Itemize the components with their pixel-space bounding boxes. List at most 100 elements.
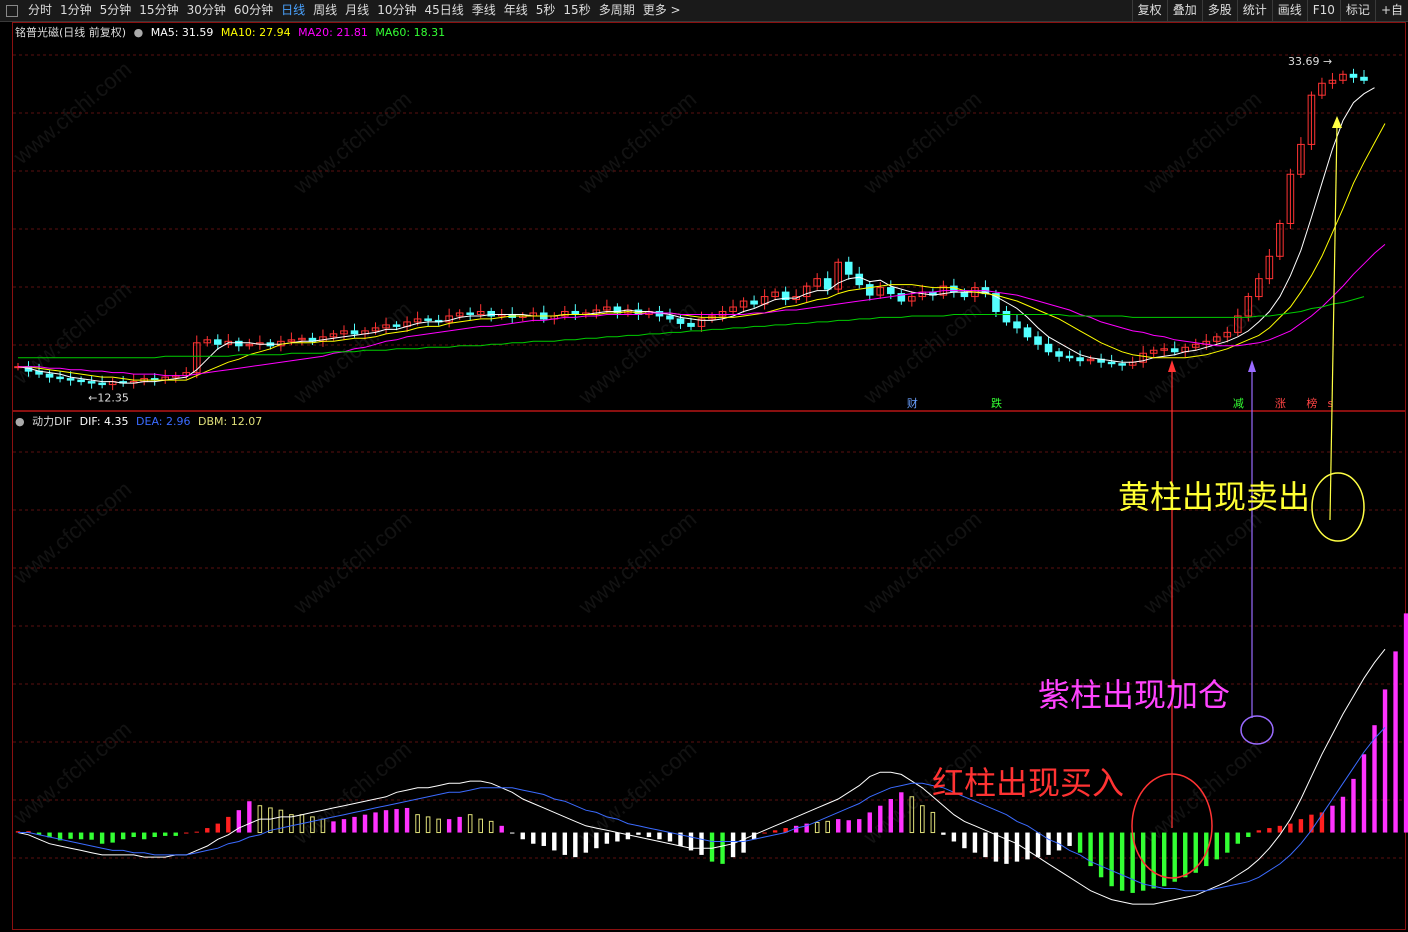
ma10-line [18,123,1386,381]
indicator-bar [1172,832,1177,882]
candle-down [45,373,54,378]
candle-down [1065,355,1074,359]
candle-down [98,382,106,386]
candle-down [1076,357,1084,362]
indicator-bar [173,832,178,836]
indicator-bar [1340,796,1346,833]
candle-down [1044,343,1053,353]
indicator-bar [1267,828,1272,833]
candle-down [1118,363,1126,366]
indicator-bar [594,832,599,849]
candle-down [66,378,75,381]
indicator-bar [99,832,105,844]
candle-down [77,379,85,383]
indicator-bar [141,832,147,840]
indicator-bar [972,832,978,853]
indicator-bar [1119,832,1125,891]
candle-down [676,318,685,324]
indicator-bar [667,832,673,842]
indicator-bar [846,820,851,833]
indicator-bar [215,823,220,833]
indicator-bar [478,818,483,834]
indicator-bar [993,832,999,862]
indicator-bar [657,832,662,840]
indicator-bar [1056,832,1062,851]
indicator-bar [1351,778,1356,833]
indicator-bar [888,799,893,833]
indicator-bar [1330,805,1335,833]
candle-down [1055,351,1063,357]
indicator-bar [1288,823,1293,833]
candle-down [87,381,96,384]
indicator-bar [857,819,862,833]
indicator-bar [878,805,883,833]
indicator-bar [499,825,504,833]
indicator-bar [194,831,199,833]
sell-arrow-line [1329,124,1338,521]
indicator-bar [404,807,410,833]
candle-down [213,339,222,345]
buy-arrow-head [1168,360,1176,372]
indicator-bar [310,816,315,834]
indicator-bar [331,821,336,833]
indicator-bar [1382,689,1388,833]
indicator-bar [247,801,252,833]
candle-down [844,261,853,275]
candle-down [886,287,895,295]
indicator-bar [488,820,494,834]
buy-annotation: 红柱出现买入 [932,764,1125,802]
indicator-bar [941,832,946,835]
indicator-bar [772,830,778,833]
indicator-bar [467,814,473,834]
signal-label: 跌 [991,396,1002,410]
indicator-bar [520,832,525,840]
indicator-bar [825,820,831,834]
indicator-bar [415,814,420,834]
indicator-bar [78,832,84,840]
candle-down [56,376,64,380]
indicator-bar [110,832,115,843]
indicator-bar [930,811,936,834]
indicator-bar [205,828,210,833]
sell-annotation: 黄柱出现卖出 [1118,478,1311,516]
indicator-bar [951,832,957,842]
indicator-bar [636,832,641,835]
indicator-bar [446,819,452,833]
indicator-bar [867,812,872,833]
indicator-bar [1109,832,1114,887]
sell-arrow-head [1332,116,1342,128]
indicator-bar [720,832,725,864]
indicator-bar [1214,832,1219,860]
indicator-bar [226,816,231,833]
indicator-bar [1035,832,1041,858]
indicator-bar [1004,832,1009,864]
indicator-bar [131,832,136,838]
indicator-bar [909,796,915,834]
indicator-bar [625,832,631,840]
candle-down [865,284,874,296]
indicator-bar [184,832,189,834]
candle-down [1349,73,1358,78]
candle-down [350,330,359,335]
indicator-bar [1077,832,1083,853]
indicator-bar [341,819,347,833]
indicator-bar [373,812,378,833]
signal-label: 榜 [1306,396,1317,410]
indicator-bar [646,832,652,838]
dea-line [18,727,1386,892]
candle-down [613,306,622,314]
indicator-bar [457,816,462,833]
candle-down [1034,336,1042,345]
indicator-bar [699,832,704,855]
indicator-bar [1403,613,1408,833]
indicator-bar [983,832,988,858]
indicator-bar [814,821,820,834]
indicator-bar [510,832,515,834]
indicator-bar [615,832,620,842]
indicator-bar [1067,832,1072,846]
indicator-bar [1098,832,1104,878]
indicator-bar [1151,832,1156,889]
candle-down [1023,327,1032,338]
indicator-bar [320,818,326,834]
indicator-bar [836,819,841,833]
